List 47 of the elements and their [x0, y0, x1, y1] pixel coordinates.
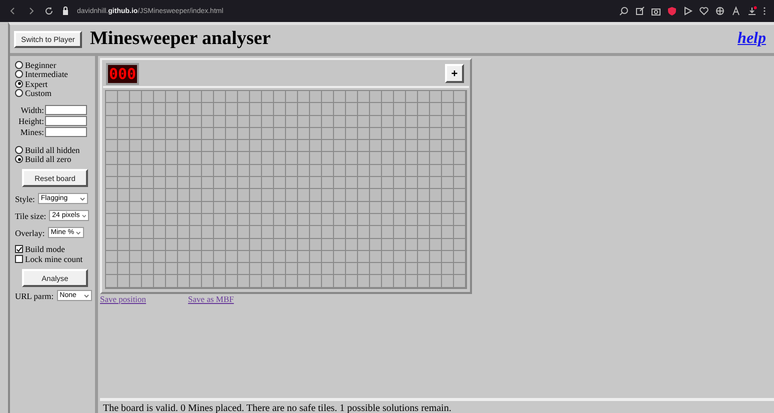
checkbox-label: Build mode [25, 244, 65, 254]
heart-icon[interactable] [699, 6, 709, 16]
radio-button[interactable] [15, 60, 23, 69]
select-label: Style: [15, 194, 35, 204]
field-label: Width: [20, 105, 45, 115]
radio-label: Custom [25, 88, 52, 98]
link[interactable]: Save as MBF [188, 294, 234, 304]
caret-icon [76, 230, 81, 234]
radio-label: Build all hidden [25, 144, 80, 155]
checkbox[interactable] [15, 255, 23, 263]
radio-button[interactable] [15, 155, 23, 164]
radio-label: Expert [25, 78, 48, 89]
share-icon[interactable] [635, 6, 645, 16]
shield-icon[interactable] [667, 6, 677, 16]
input-field[interactable] [45, 127, 87, 137]
download-icon[interactable] [747, 6, 757, 16]
menu-icon[interactable] [763, 6, 766, 16]
checkbox[interactable] [15, 245, 23, 253]
camera-icon[interactable] [651, 6, 661, 16]
input-field[interactable] [45, 116, 87, 126]
page-title: Minesweeper analyser [90, 28, 271, 50]
select-label: Tile size: [15, 210, 46, 220]
select-label: Overlay: [15, 228, 45, 238]
add-button[interactable]: + [445, 64, 464, 83]
radio-label: Intermediate [25, 69, 68, 80]
caret-icon [82, 214, 86, 218]
select-label: URL parm: [15, 290, 54, 300]
search-icon[interactable] [619, 6, 629, 16]
link[interactable]: Save position [100, 294, 146, 304]
radio-button[interactable] [15, 80, 23, 88]
radio-button[interactable] [15, 70, 23, 78]
caret-icon [80, 196, 85, 200]
mine-counter: 000 [106, 62, 140, 84]
radio-button[interactable] [15, 146, 23, 154]
input-field[interactable] [45, 105, 87, 115]
status-bar: The board is valid. 0 Mines placed. There are no safe tiles. 1 possible solutions remain. [100, 398, 774, 413]
radio-label: Build all zero [25, 154, 72, 164]
checkbox-label: Lock mine count [25, 254, 83, 264]
field-label: Mines: [19, 127, 45, 137]
radio-button[interactable] [15, 89, 23, 98]
play-icon[interactable] [683, 6, 693, 16]
field-label: Height: [18, 116, 45, 126]
radio-label: Beginner [25, 60, 56, 70]
help-link[interactable]: help [738, 30, 770, 48]
lock-icon [62, 6, 69, 16]
caret-icon [84, 294, 89, 298]
reload-icon[interactable] [44, 6, 54, 16]
